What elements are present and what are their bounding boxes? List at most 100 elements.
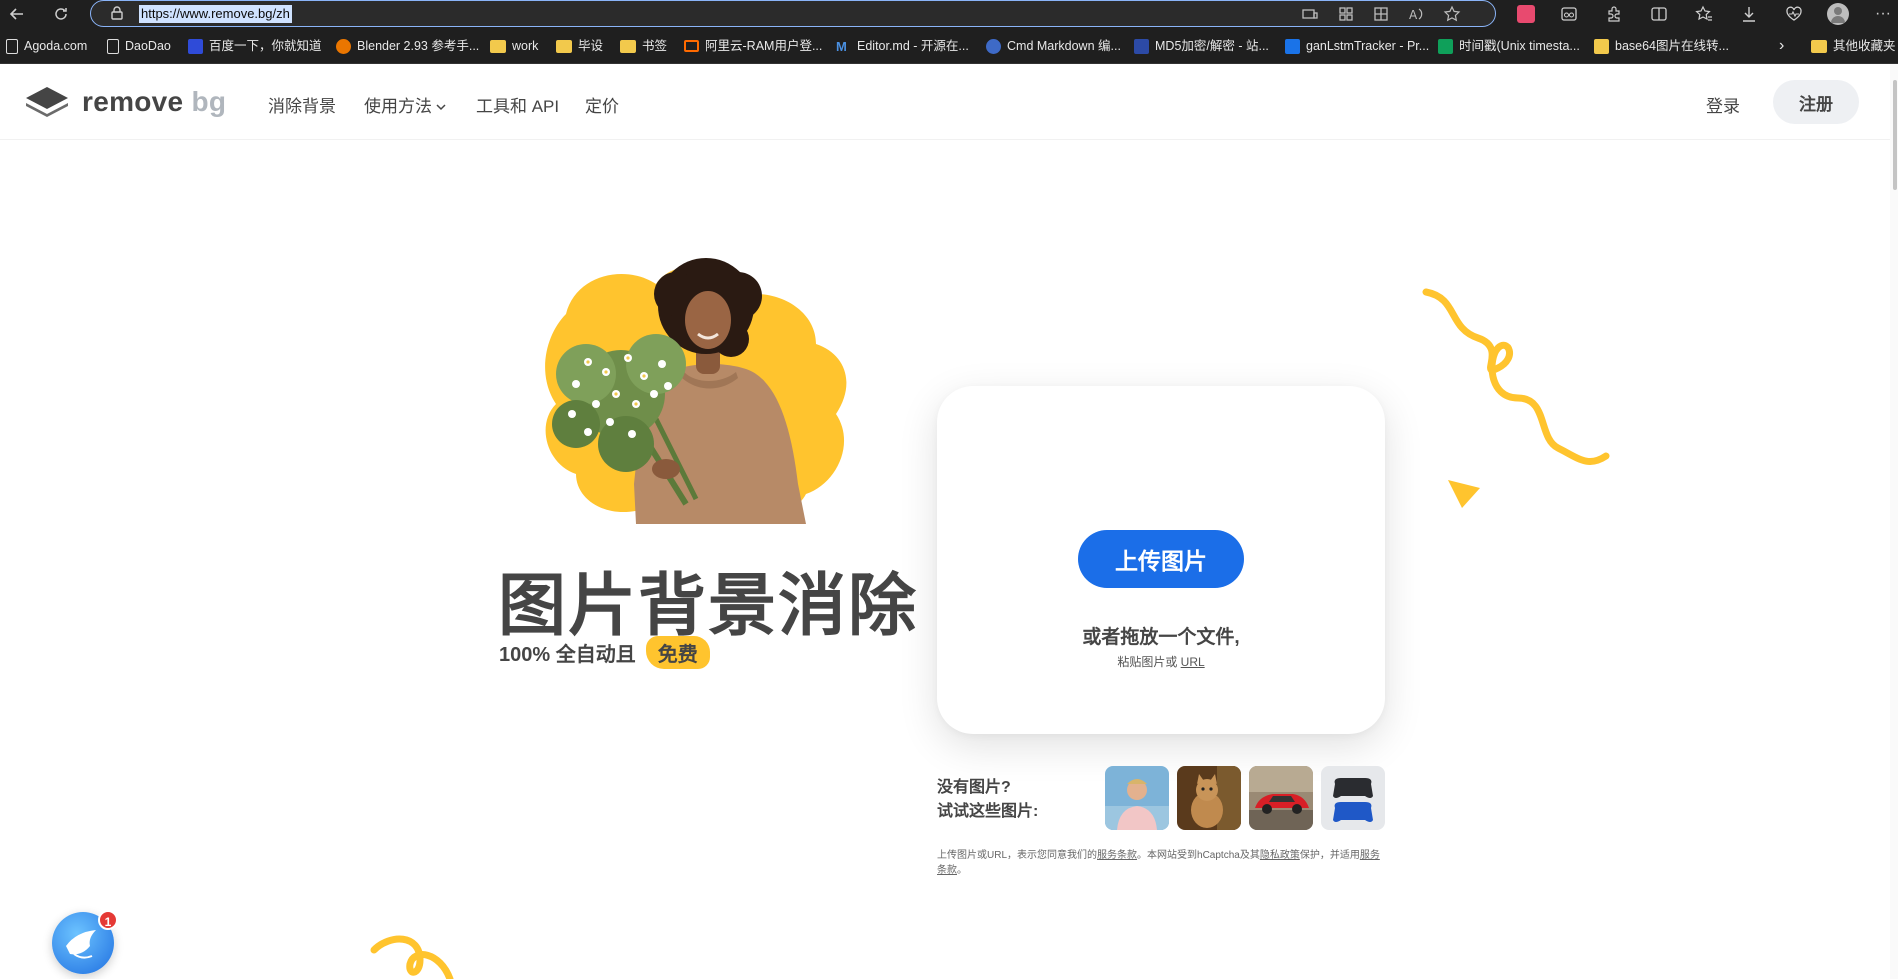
apps-icon[interactable] bbox=[1372, 5, 1390, 23]
legal-text-1: 上传图片或URL，表示您同意我们的 bbox=[937, 850, 1098, 861]
hero-woman-with-flowers-image bbox=[545, 258, 847, 524]
bookmark-label: DaoDao bbox=[125, 39, 171, 53]
bookmark-label: Editor.md - 开源在... bbox=[857, 39, 969, 53]
hero-subtitle: 100% 全自动且 免费 bbox=[499, 636, 710, 669]
folder-icon bbox=[1811, 39, 1827, 53]
hero-subtitle-text: 100% 全自动且 bbox=[499, 644, 636, 666]
bookmark-label: 阿里云-RAM用户登... bbox=[705, 39, 823, 53]
paste-hint-text: 粘贴图片或 bbox=[1117, 655, 1181, 669]
bookmark-label: Cmd Markdown 编... bbox=[1007, 39, 1121, 53]
nav-remove-background[interactable]: 消除背景 bbox=[268, 92, 336, 117]
bookmark-baidu[interactable]: 百度一下，你就知道 bbox=[188, 37, 322, 55]
more-menu-icon[interactable]: ··· bbox=[1872, 3, 1894, 25]
bookmark-label: MD5加密/解密 - 站... bbox=[1155, 39, 1269, 53]
bookmark-label: 其他收藏夹 bbox=[1833, 39, 1896, 53]
extensions-puzzle-icon[interactable] bbox=[1603, 3, 1625, 25]
upload-card[interactable]: 上传图片 或者拖放一个文件, 粘贴图片或 URL bbox=[937, 386, 1385, 734]
address-bar[interactable]: https://www.remove.bg/zh A bbox=[90, 0, 1496, 27]
timestamp-icon bbox=[1438, 38, 1453, 54]
bookmark-label: Blender 2.93 参考手... bbox=[357, 39, 480, 53]
legal-text-3: 保护，并适用 bbox=[1299, 850, 1360, 861]
free-badge: 免费 bbox=[645, 636, 710, 669]
bookmark-ganlstm[interactable]: ganLstmTracker - Pr... bbox=[1285, 37, 1429, 55]
bookmark-aliyun[interactable]: 阿里云-RAM用户登... bbox=[684, 37, 822, 55]
bookmark-label: ganLstmTracker - Pr... bbox=[1306, 39, 1430, 53]
cmd-markdown-icon bbox=[986, 38, 1001, 54]
bookmark-base64[interactable]: base64图片在线转... bbox=[1594, 37, 1729, 55]
bookmark-label: 毕设 bbox=[578, 39, 604, 53]
url-link[interactable]: URL bbox=[1181, 655, 1205, 669]
lock-icon bbox=[111, 6, 123, 20]
grid-app-icon[interactable] bbox=[1337, 5, 1355, 23]
notification-badge: 1 bbox=[98, 910, 118, 930]
md5-icon bbox=[1134, 38, 1149, 54]
logo-text-main: remove bbox=[82, 86, 184, 117]
hero-title: 图片背景消除 bbox=[498, 567, 919, 646]
logo-text-bg: bg bbox=[191, 86, 227, 117]
blender-icon bbox=[336, 38, 351, 54]
favorite-star-icon[interactable] bbox=[1443, 5, 1461, 23]
decorative-squiggle bbox=[1422, 288, 1610, 465]
bookmark-label: work bbox=[512, 39, 539, 53]
sample-images-label: 没有图片? 试试这些图片: bbox=[937, 776, 1038, 824]
reload-icon[interactable] bbox=[50, 3, 72, 25]
logo[interactable]: remove bg bbox=[24, 82, 226, 122]
chevron-right-icon: › bbox=[1779, 37, 1785, 54]
upload-image-button[interactable]: 上传图片 bbox=[1078, 530, 1244, 588]
legal-text-4: 。 bbox=[957, 865, 967, 876]
split-screen-icon[interactable] bbox=[1648, 3, 1670, 25]
bookmark-timestamp[interactable]: 时间戳(Unix timesta... bbox=[1438, 37, 1580, 55]
bookmark-folder-work[interactable]: work bbox=[490, 37, 538, 55]
bookmark-label: 时间戳(Unix timesta... bbox=[1459, 39, 1580, 53]
site-header: remove bg 消除背景 使用方法 工具和 API 定价 登录 注册 bbox=[0, 64, 1890, 140]
nav-how-to-use-label: 使用方法 bbox=[364, 97, 432, 116]
more-bookmarks-chevron-icon[interactable]: › bbox=[1779, 37, 1784, 55]
decorative-curl bbox=[370, 935, 454, 979]
extension-glasses-icon[interactable] bbox=[1558, 3, 1580, 25]
bookmark-folder-shuqian[interactable]: 书签 bbox=[620, 37, 667, 55]
decorative-triangle bbox=[1448, 480, 1480, 508]
favorites-icon[interactable] bbox=[1693, 3, 1715, 25]
signup-button[interactable]: 注册 bbox=[1773, 80, 1859, 124]
bookmark-other-folder[interactable]: 其他收藏夹 bbox=[1811, 37, 1896, 55]
nav-how-to-use[interactable]: 使用方法 bbox=[364, 92, 447, 117]
bookmark-folder-bishe[interactable]: 毕设 bbox=[556, 37, 603, 55]
chevron-down-icon bbox=[436, 104, 446, 111]
paste-hint: 粘贴图片或 URL bbox=[937, 653, 1385, 670]
bookmark-blender[interactable]: Blender 2.93 参考手... bbox=[336, 37, 479, 55]
sample-thumb-gamepads[interactable] bbox=[1321, 766, 1385, 830]
legal-notice: 上传图片或URL，表示您同意我们的服务条款。本网站受到hCaptcha及其隐私政… bbox=[937, 848, 1385, 878]
read-aloud-icon[interactable]: A bbox=[1407, 5, 1425, 23]
sample-thumb-cat[interactable] bbox=[1177, 766, 1241, 830]
browser-essentials-icon[interactable] bbox=[1783, 3, 1805, 25]
url-text[interactable]: https://www.remove.bg/zh bbox=[139, 5, 292, 23]
sample-thumb-car[interactable] bbox=[1249, 766, 1313, 830]
nav-tools-api[interactable]: 工具和 API bbox=[476, 92, 559, 117]
folder-icon bbox=[556, 39, 572, 53]
profile-avatar-icon[interactable] bbox=[1827, 3, 1849, 25]
bookmark-cmd-markdown[interactable]: Cmd Markdown 编... bbox=[986, 37, 1121, 55]
scrollbar-thumb[interactable] bbox=[1893, 80, 1897, 190]
bookmark-daodao[interactable]: DaoDao bbox=[107, 37, 171, 55]
nav-pricing[interactable]: 定价 bbox=[585, 92, 619, 117]
privacy-policy-link[interactable]: 隐私政策 bbox=[1260, 850, 1300, 861]
folder-icon bbox=[620, 39, 636, 53]
page-icon bbox=[6, 38, 18, 54]
bookmark-agoda[interactable]: Agoda.com bbox=[6, 37, 87, 55]
bookmark-editormd[interactable]: M Editor.md - 开源在... bbox=[836, 37, 969, 55]
sample-person-image bbox=[1105, 766, 1169, 830]
back-icon[interactable] bbox=[6, 3, 28, 25]
aliyun-icon bbox=[684, 40, 699, 52]
legal-text-2: 。本网站受到hCaptcha及其 bbox=[1137, 850, 1260, 861]
bookmark-md5[interactable]: MD5加密/解密 - 站... bbox=[1134, 37, 1269, 55]
sample-thumb-person[interactable] bbox=[1105, 766, 1169, 830]
sample-cat-image bbox=[1177, 766, 1241, 830]
download-icon[interactable] bbox=[1738, 3, 1760, 25]
page-scrollbar[interactable] bbox=[1890, 64, 1898, 979]
login-link[interactable]: 登录 bbox=[1706, 92, 1740, 117]
drop-file-text: 或者拖放一个文件, bbox=[1082, 627, 1240, 648]
extension-ca-icon[interactable] bbox=[1515, 3, 1537, 25]
terms-of-service-link[interactable]: 服务条款 bbox=[1097, 850, 1137, 861]
device-icon[interactable] bbox=[1301, 5, 1319, 23]
sample-label-line2: 试试这些图片: bbox=[937, 803, 1039, 820]
